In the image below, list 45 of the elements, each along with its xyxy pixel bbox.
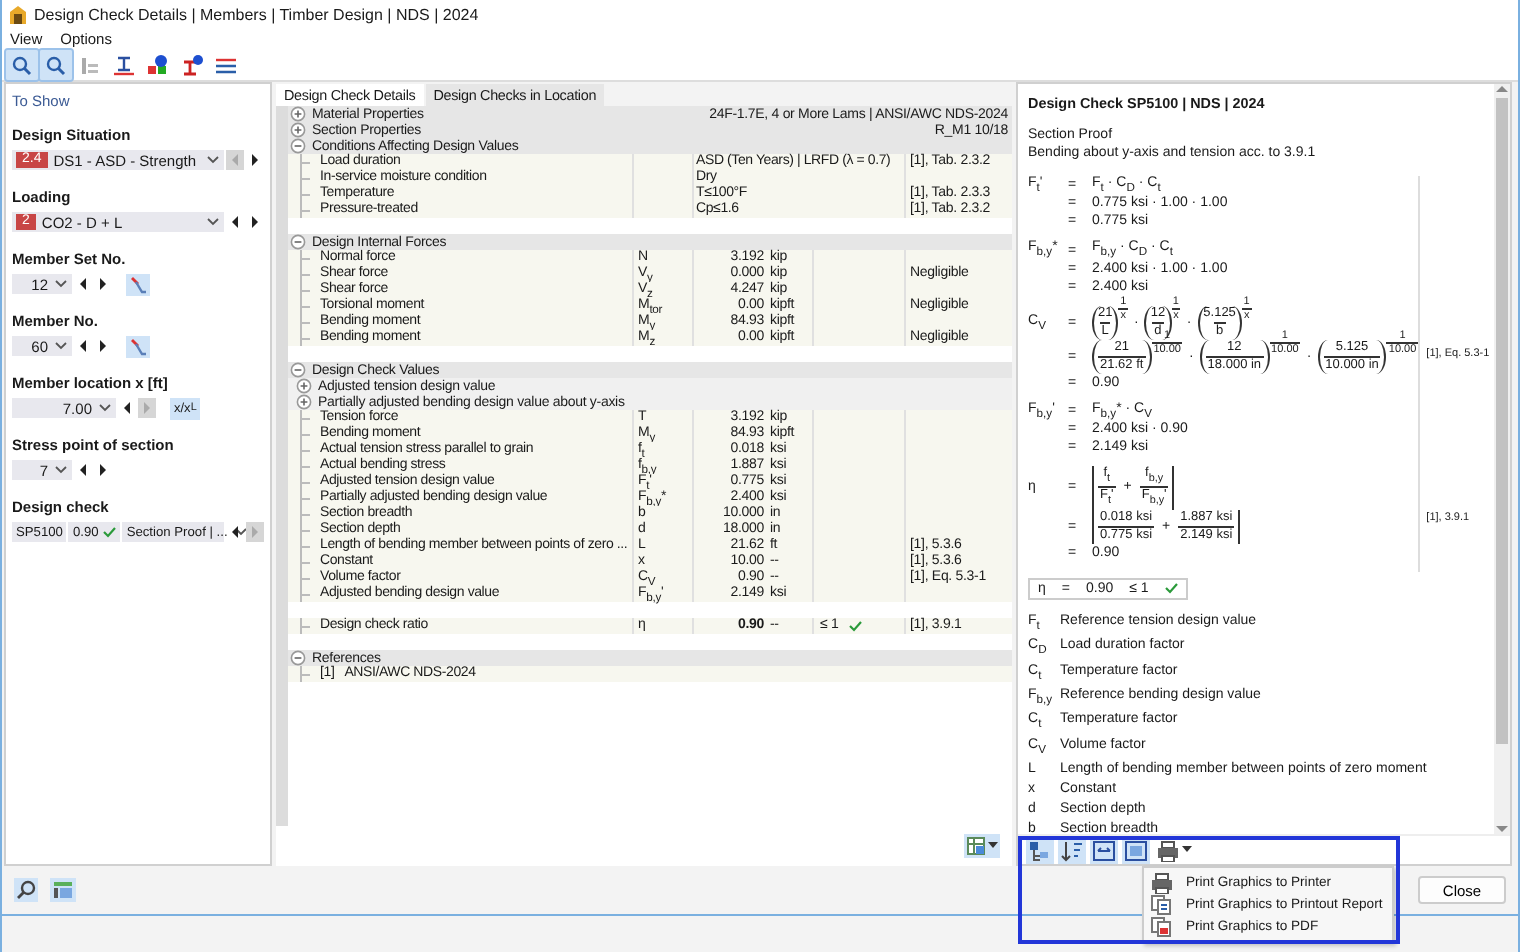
scroll-down-icon[interactable] <box>1496 824 1508 834</box>
pick-member-icon[interactable] <box>130 337 146 355</box>
colored-blocks-icon[interactable] <box>146 53 170 75</box>
chevron-down-icon[interactable] <box>54 340 68 352</box>
chevron-down-icon[interactable] <box>206 216 220 228</box>
next-icon[interactable] <box>94 274 112 294</box>
export-button[interactable] <box>964 834 1000 858</box>
sort-icon[interactable] <box>1060 839 1084 861</box>
printer-icon <box>1150 872 1174 894</box>
next-icon[interactable] <box>246 212 264 232</box>
caret-icon[interactable] <box>1182 846 1192 854</box>
magnifier-icon[interactable] <box>44 53 68 75</box>
tree-icon[interactable] <box>1028 839 1052 861</box>
next-icon[interactable] <box>94 336 112 356</box>
window-title: Design Check Details | Members | Timber Design | NDS | 2024 <box>34 5 479 23</box>
pick-member-icon[interactable] <box>130 275 146 293</box>
chevron-down-icon[interactable] <box>98 402 112 414</box>
plus-circle-icon[interactable] <box>290 122 306 138</box>
frame-icon[interactable] <box>1092 839 1116 861</box>
plus-circle-icon[interactable] <box>296 378 312 394</box>
beam-icon[interactable] <box>112 53 136 75</box>
chevron-down-icon[interactable] <box>233 526 248 538</box>
minus-circle-icon[interactable] <box>290 362 306 378</box>
table-export-icon <box>966 836 986 856</box>
chevron-down-icon[interactable] <box>54 278 68 290</box>
table-icon[interactable] <box>52 880 74 900</box>
next-icon[interactable] <box>94 460 112 480</box>
search-icon[interactable] <box>16 880 36 900</box>
plus-circle-icon[interactable] <box>296 394 312 410</box>
chevron-down-icon[interactable] <box>206 154 220 166</box>
lines-icon[interactable] <box>214 53 238 75</box>
caret-icon <box>988 842 998 850</box>
magnifier-icon[interactable] <box>10 53 34 75</box>
frame-icon[interactable] <box>1124 839 1148 861</box>
printer-icon[interactable] <box>1156 839 1180 861</box>
app-icon <box>10 5 26 23</box>
minus-circle-icon[interactable] <box>290 650 306 666</box>
beam-icon[interactable] <box>180 53 204 75</box>
next-icon[interactable] <box>246 150 264 170</box>
plus-circle-icon[interactable] <box>290 106 306 122</box>
pages-icon <box>1150 894 1174 916</box>
minus-circle-icon[interactable] <box>290 234 306 250</box>
minus-circle-icon[interactable] <box>290 138 306 154</box>
chevron-down-icon[interactable] <box>54 464 68 476</box>
pdf-page-icon <box>1150 916 1174 938</box>
